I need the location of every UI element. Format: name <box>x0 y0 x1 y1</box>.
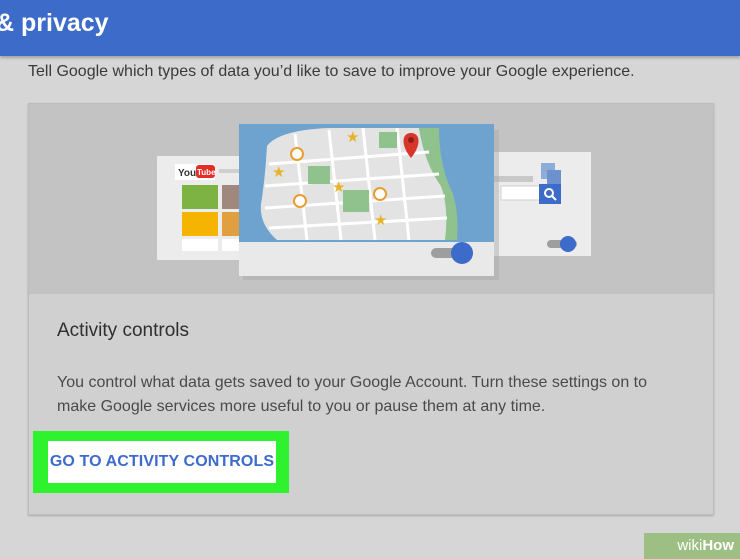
card-title: Activity controls <box>57 320 189 341</box>
map-place-icon <box>293 194 307 208</box>
map-place-icon <box>373 187 387 201</box>
map-star-icon: ★ <box>332 178 345 196</box>
youtube-logo-tube: Tube <box>197 168 216 177</box>
app-header: & privacy <box>0 0 740 56</box>
watermark-prefix: wiki <box>677 537 703 554</box>
cta-highlight-box: GO TO ACTIVITY CONTROLS <box>33 431 289 493</box>
illustration-graphic: You Tube ★ ★ ★ ★ <box>157 124 591 280</box>
map-place-icon <box>290 147 304 161</box>
page-title: & privacy <box>0 9 109 37</box>
go-to-activity-controls-button[interactable]: GO TO ACTIVITY CONTROLS <box>48 441 276 483</box>
map-star-icon: ★ <box>272 163 285 181</box>
wikihow-watermark: wikiHow <box>644 533 740 559</box>
youtube-logo-you: You <box>178 168 196 179</box>
map-star-icon: ★ <box>346 128 359 146</box>
activity-illustration: You Tube ★ ★ ★ ★ <box>29 104 713 294</box>
search-icon <box>539 184 561 204</box>
watermark-suffix: How <box>702 537 734 554</box>
activity-controls-card: You Tube ★ ★ ★ ★ Activity controls You c… <box>28 103 714 515</box>
map-card: ★ ★ ★ ★ <box>239 124 494 276</box>
watermark-text: wikiHow <box>677 537 734 554</box>
card-description: You control what data gets saved to your… <box>57 374 648 415</box>
intro-text: Tell Google which types of data you’d li… <box>28 63 635 80</box>
map-star-icon: ★ <box>374 211 387 229</box>
